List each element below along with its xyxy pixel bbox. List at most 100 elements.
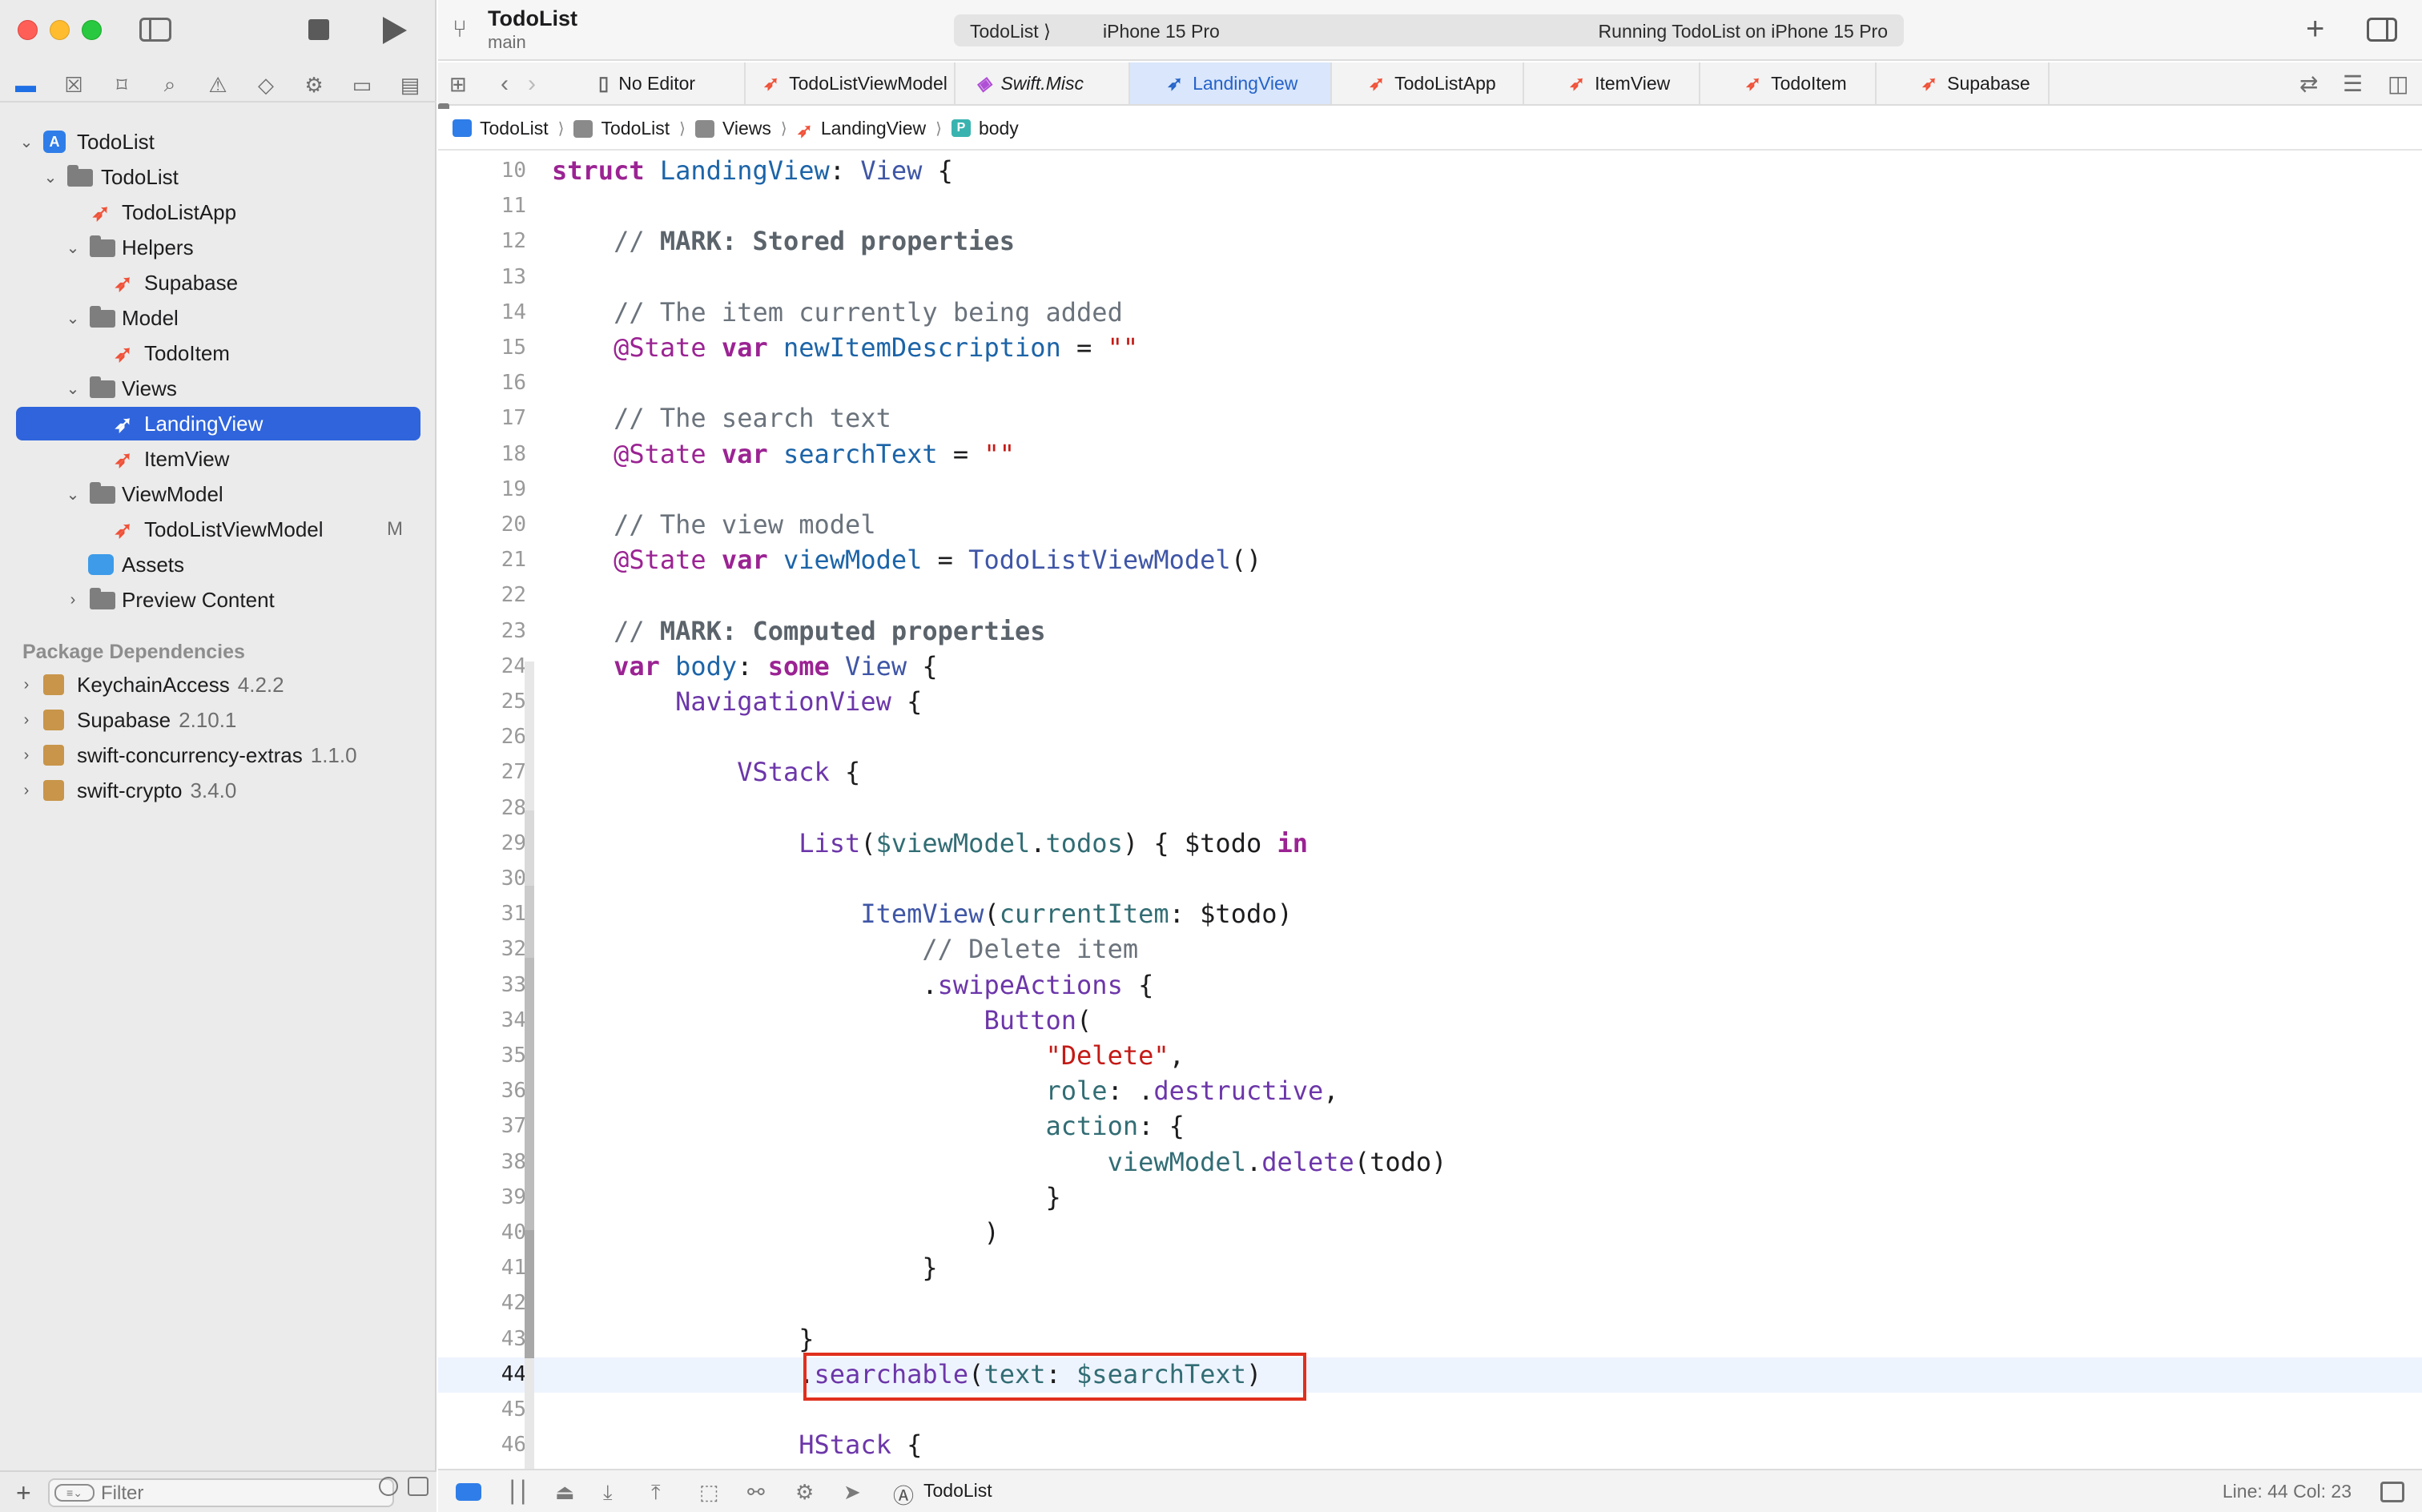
- code-review-icon[interactable]: ⇄: [2299, 70, 2318, 97]
- line-number[interactable]: 29: [446, 831, 526, 855]
- package-item[interactable]: › KeychainAccess4.2.2: [16, 668, 420, 702]
- back-icon[interactable]: ‹: [501, 70, 509, 98]
- chevron-down-icon[interactable]: ⌄: [64, 239, 82, 256]
- debug-scheme-label[interactable]: TodoList: [923, 1480, 992, 1502]
- close-window-button[interactable]: [18, 20, 38, 40]
- minimize-window-button[interactable]: [50, 20, 70, 40]
- tab-todoitem[interactable]: ➶TodoItem: [1700, 62, 1877, 104]
- step-over-icon[interactable]: ⤓: [603, 1480, 613, 1506]
- line-number[interactable]: 39: [446, 1185, 526, 1209]
- debug-navigator-icon[interactable]: ⚙: [300, 70, 328, 99]
- chevron-right-icon[interactable]: ›: [18, 782, 35, 799]
- chevron-down-icon[interactable]: ⌄: [64, 485, 82, 503]
- line-number[interactable]: 16: [446, 371, 526, 395]
- tree-item-assets[interactable]: Assets: [16, 548, 420, 581]
- run-destination[interactable]: iPhone 15 Pro: [1103, 21, 1220, 42]
- tab-itemview[interactable]: ➶ItemView: [1524, 62, 1700, 104]
- chevron-down-icon[interactable]: ⌄: [42, 168, 59, 186]
- tab-no-editor[interactable]: ▯No Editor: [579, 62, 746, 104]
- line-number[interactable]: 26: [446, 725, 526, 749]
- line-number[interactable]: 11: [446, 194, 526, 218]
- debug-area-toggle-icon[interactable]: [456, 1483, 481, 1501]
- tree-item-landingview[interactable]: ➶ LandingView: [16, 407, 420, 440]
- sidebar-toggle-icon[interactable]: [139, 18, 171, 42]
- view-hierarchy-icon[interactable]: ⬚: [699, 1480, 719, 1505]
- chevron-right-icon[interactable]: ›: [64, 591, 82, 609]
- line-number[interactable]: 21: [446, 548, 526, 572]
- line-number[interactable]: 35: [446, 1044, 526, 1068]
- line-number[interactable]: 41: [446, 1256, 526, 1280]
- tab-landingview[interactable]: ➶LandingView: [1130, 62, 1332, 104]
- tree-item-model[interactable]: ⌄ Model: [16, 301, 420, 335]
- jumpbar-item-views[interactable]: Views: [695, 118, 771, 139]
- line-number[interactable]: 43: [446, 1327, 526, 1351]
- line-number[interactable]: 24: [446, 654, 526, 678]
- project-navigator-icon[interactable]: ▬: [11, 70, 40, 99]
- line-number[interactable]: 18: [446, 442, 526, 466]
- code-folding-ribbon[interactable]: [525, 152, 534, 1469]
- jumpbar-item-group[interactable]: TodoList: [573, 118, 670, 139]
- related-items-icon[interactable]: ⊞: [449, 72, 467, 97]
- line-number[interactable]: 42: [446, 1291, 526, 1315]
- tree-item-preview-content[interactable]: › Preview Content: [16, 583, 420, 617]
- step-into-icon[interactable]: ⤒: [651, 1480, 661, 1506]
- line-number[interactable]: 10: [446, 159, 526, 183]
- tree-item-viewmodel[interactable]: ⌄ ViewModel: [16, 477, 420, 511]
- line-number[interactable]: 46: [446, 1433, 526, 1457]
- chevron-right-icon[interactable]: ›: [18, 746, 35, 764]
- scheme-selector[interactable]: TodoList ⟩: [970, 21, 1051, 42]
- tree-item-views[interactable]: ⌄ Views: [16, 372, 420, 405]
- line-number[interactable]: 12: [446, 229, 526, 253]
- filter-input[interactable]: [101, 1482, 341, 1505]
- run-icon[interactable]: [383, 17, 407, 44]
- console-toggle-icon[interactable]: [2380, 1482, 2404, 1502]
- line-number[interactable]: 30: [446, 867, 526, 891]
- split-editor-icon[interactable]: ◫: [2388, 70, 2408, 97]
- jumpbar-item-project[interactable]: TodoList: [453, 118, 549, 139]
- package-item[interactable]: › Supabase2.10.1: [16, 703, 420, 737]
- tree-item-group-todolist[interactable]: ⌄ TodoList: [16, 160, 420, 194]
- recent-files-icon[interactable]: [379, 1477, 398, 1496]
- stop-icon[interactable]: [308, 19, 329, 40]
- chevron-right-icon[interactable]: ›: [18, 711, 35, 729]
- tree-item-todolistapp[interactable]: ➶ TodoListApp: [16, 195, 420, 229]
- filter-options-icon[interactable]: ≡⌄: [54, 1484, 95, 1502]
- tree-item-helpers[interactable]: ⌄ Helpers: [16, 231, 420, 264]
- package-item[interactable]: › swift-concurrency-extras1.1.0: [16, 738, 420, 772]
- line-number[interactable]: 37: [446, 1114, 526, 1138]
- line-number[interactable]: 25: [446, 690, 526, 714]
- line-number[interactable]: 15: [446, 336, 526, 360]
- issue-navigator-icon[interactable]: ⚠: [203, 70, 232, 99]
- jumpbar-item-symbol[interactable]: Pbody: [952, 118, 1019, 139]
- line-number[interactable]: 45: [446, 1397, 526, 1422]
- add-icon[interactable]: +: [16, 1478, 31, 1508]
- chevron-down-icon[interactable]: ⌄: [64, 309, 82, 327]
- line-number[interactable]: 28: [446, 796, 526, 820]
- source-control-navigator-icon[interactable]: ☒: [59, 70, 88, 99]
- breakpoints-toggle-icon[interactable]: ⎮⎮: [507, 1480, 529, 1505]
- tree-item-todolistviewmodel[interactable]: ➶ TodoListViewModel M: [16, 513, 420, 546]
- branch-name[interactable]: main: [488, 32, 526, 53]
- line-number[interactable]: 20: [446, 513, 526, 537]
- forward-icon[interactable]: ›: [528, 70, 536, 98]
- line-number[interactable]: 23: [446, 619, 526, 643]
- tree-item-todoitem[interactable]: ➶ TodoItem: [16, 336, 420, 370]
- library-icon[interactable]: +: [2306, 11, 2324, 47]
- inspector-toggle-icon[interactable]: [2367, 18, 2397, 42]
- source-control-filter-icon[interactable]: [408, 1477, 428, 1496]
- simulate-location-icon[interactable]: ➤: [843, 1480, 861, 1505]
- zoom-window-button[interactable]: [82, 20, 102, 40]
- report-navigator-icon[interactable]: ▤: [396, 70, 424, 99]
- line-number[interactable]: 31: [446, 902, 526, 926]
- source-editor[interactable]: 1011121314151617181920212223242526272829…: [438, 152, 2422, 1469]
- line-number[interactable]: 14: [446, 300, 526, 324]
- environment-overrides-icon[interactable]: ⚙: [795, 1480, 814, 1505]
- chevron-down-icon[interactable]: ⌄: [18, 133, 35, 151]
- chevron-down-icon[interactable]: ⌄: [64, 380, 82, 397]
- bookmark-navigator-icon[interactable]: ⌑: [107, 70, 136, 99]
- line-number[interactable]: 27: [446, 760, 526, 784]
- line-number[interactable]: 38: [446, 1150, 526, 1174]
- memory-graph-icon[interactable]: ⚯: [747, 1480, 765, 1505]
- line-number[interactable]: 32: [446, 937, 526, 961]
- tree-item-supabase[interactable]: ➶ Supabase: [16, 266, 420, 300]
